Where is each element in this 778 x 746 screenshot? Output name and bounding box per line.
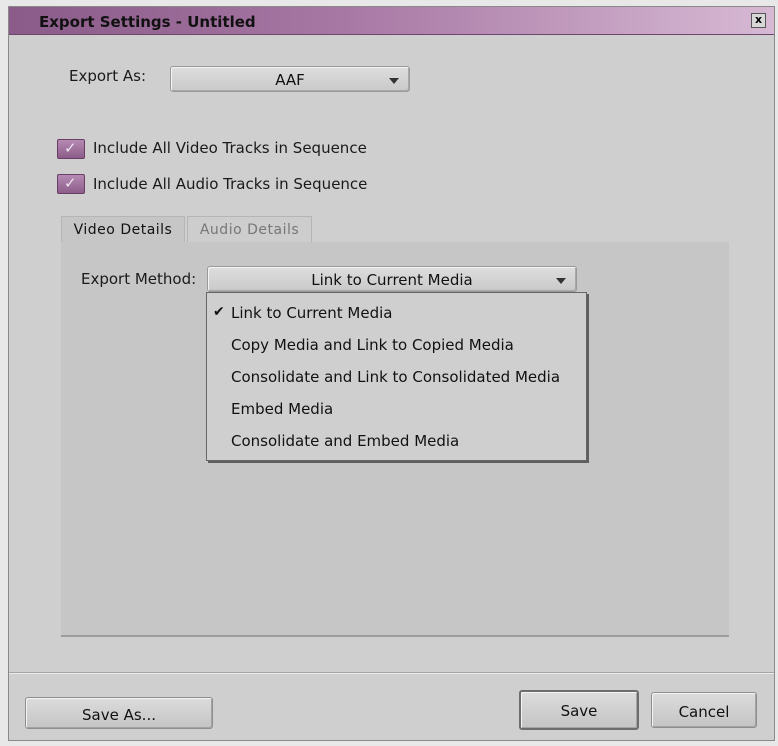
close-button[interactable]: x: [751, 13, 766, 28]
menu-item-label: Consolidate and Embed Media: [231, 432, 460, 450]
window-title: Export Settings - Untitled: [39, 13, 256, 31]
save-button[interactable]: Save: [519, 690, 639, 730]
checkmark-icon: ✔: [213, 304, 225, 320]
menu-item-consolidate-link[interactable]: Consolidate and Link to Consolidated Med…: [207, 364, 586, 392]
menu-item-label: Consolidate and Link to Consolidated Med…: [231, 368, 561, 386]
checkmark-icon: ✓: [64, 139, 77, 157]
export-as-label: Export As:: [69, 67, 146, 85]
export-as-dropdown[interactable]: AAF: [170, 66, 410, 92]
export-method-menu: ✔ Link to Current Media Copy Media and L…: [206, 292, 587, 461]
menu-item-consolidate-embed[interactable]: Consolidate and Embed Media: [207, 428, 586, 456]
close-icon: x: [754, 13, 763, 26]
export-method-label: Export Method:: [81, 270, 197, 288]
video-tracks-label: Include All Video Tracks in Sequence: [93, 139, 367, 157]
title-bar[interactable]: Export Settings - Untitled x: [9, 7, 774, 35]
export-method-dropdown[interactable]: Link to Current Media: [207, 266, 577, 292]
export-as-value: AAF: [275, 71, 305, 89]
audio-tracks-checkbox[interactable]: ✓: [57, 174, 85, 194]
export-settings-dialog: Export Settings - Untitled x Export As: …: [8, 6, 775, 741]
menu-item-label: Link to Current Media: [231, 304, 393, 322]
chevron-down-icon: [556, 278, 566, 284]
checkmark-icon: ✓: [64, 174, 77, 192]
export-method-value: Link to Current Media: [311, 271, 473, 289]
audio-tracks-label: Include All Audio Tracks in Sequence: [93, 175, 368, 193]
video-tracks-checkbox[interactable]: ✓: [57, 139, 85, 159]
menu-item-copy-media[interactable]: Copy Media and Link to Copied Media: [207, 332, 586, 360]
tab-audio-details[interactable]: Audio Details: [187, 216, 312, 243]
save-as-label: Save As...: [82, 706, 156, 724]
menu-item-label: Embed Media: [231, 400, 334, 418]
cancel-label: Cancel: [678, 703, 730, 721]
menu-item-embed-media[interactable]: Embed Media: [207, 396, 586, 424]
save-label: Save: [560, 702, 598, 720]
menu-item-link-to-current-media[interactable]: ✔ Link to Current Media: [207, 300, 586, 328]
chevron-down-icon: [389, 78, 399, 84]
tab-video-details[interactable]: Video Details: [61, 216, 185, 243]
save-as-button[interactable]: Save As...: [25, 697, 213, 729]
cancel-button[interactable]: Cancel: [651, 692, 757, 728]
footer-divider: [9, 672, 774, 674]
menu-item-label: Copy Media and Link to Copied Media: [231, 336, 514, 354]
